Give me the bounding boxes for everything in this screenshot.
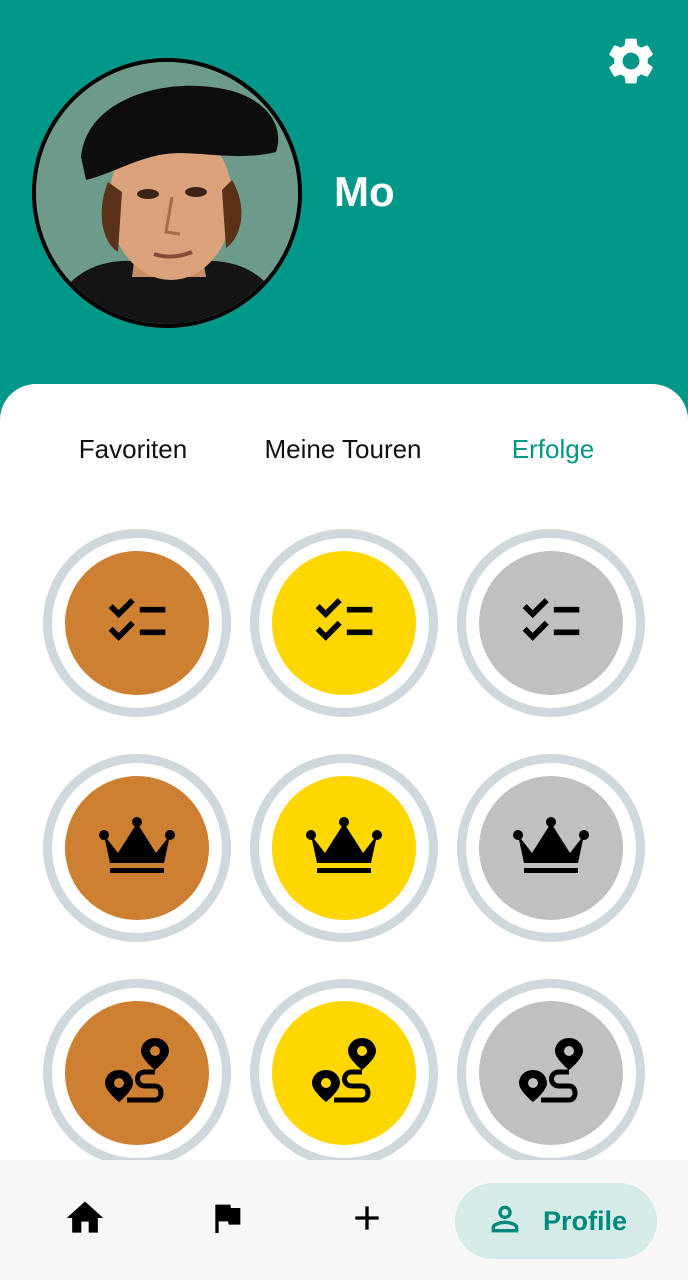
nav-profile-label: Profile xyxy=(542,1205,628,1236)
tab-bar: Favoriten Meine Touren Erfolge xyxy=(0,420,688,478)
achievement-badge[interactable] xyxy=(250,979,438,1164)
tab-favoriten[interactable]: Favoriten xyxy=(48,420,218,478)
achievement-badge-inner xyxy=(65,551,209,695)
nav-tours-button[interactable] xyxy=(182,1160,272,1280)
achievement-badge-inner xyxy=(272,1001,416,1145)
achievement-badge[interactable] xyxy=(457,979,645,1164)
achievement-badge-inner xyxy=(65,1001,209,1145)
crown-icon xyxy=(98,815,176,882)
achievement-badge-inner xyxy=(479,551,623,695)
checklist-icon xyxy=(517,587,585,660)
route-icon xyxy=(312,1036,376,1111)
content-sheet: Favoriten Meine Touren Erfolge xyxy=(0,384,688,1164)
achievement-badge[interactable] xyxy=(43,979,231,1164)
achievement-badge[interactable] xyxy=(250,754,438,942)
achievement-badge[interactable] xyxy=(457,529,645,717)
nav-add-button[interactable] xyxy=(322,1160,412,1280)
tab-meine-touren[interactable]: Meine Touren xyxy=(238,420,448,478)
avatar[interactable] xyxy=(32,58,302,328)
settings-button[interactable] xyxy=(600,32,662,94)
nav-home-button[interactable] xyxy=(40,1160,130,1280)
username: Mo xyxy=(334,168,395,215)
plus-icon xyxy=(347,1198,387,1243)
profile-header: Mo xyxy=(0,0,688,420)
home-icon xyxy=(63,1196,107,1245)
crown-icon xyxy=(512,815,590,882)
route-icon xyxy=(105,1036,169,1111)
checklist-icon xyxy=(103,587,171,660)
achievement-badge-inner xyxy=(479,1001,623,1145)
bottom-nav: Profile xyxy=(0,1160,688,1280)
achievement-badge-inner xyxy=(272,551,416,695)
achievement-badge[interactable] xyxy=(43,754,231,942)
achievement-badge-inner xyxy=(479,776,623,920)
achievement-badge[interactable] xyxy=(43,529,231,717)
achievement-badge[interactable] xyxy=(457,754,645,942)
flag-icon xyxy=(207,1196,247,1245)
tab-erfolge[interactable]: Erfolge xyxy=(478,420,628,478)
gear-icon xyxy=(603,33,659,94)
achievement-badge-inner xyxy=(272,776,416,920)
person-icon xyxy=(485,1199,525,1244)
crown-icon xyxy=(305,815,383,882)
achievement-badge[interactable] xyxy=(250,529,438,717)
achievement-badge-inner xyxy=(65,776,209,920)
checklist-icon xyxy=(310,587,378,660)
nav-profile-button[interactable]: Profile xyxy=(455,1183,657,1259)
route-icon xyxy=(519,1036,583,1111)
